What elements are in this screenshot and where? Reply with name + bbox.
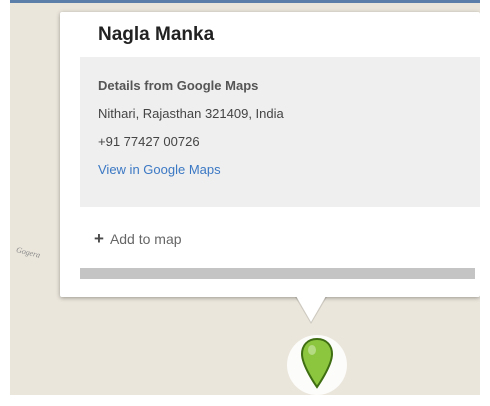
popup-tail	[296, 296, 326, 322]
place-title: Nagla Manka	[98, 24, 215, 45]
map-pin-icon[interactable]	[299, 337, 335, 391]
add-to-map-button[interactable]: + Add to map	[94, 229, 182, 248]
map-top-border	[10, 0, 480, 3]
loading-bar	[80, 268, 475, 279]
map-place-label: Gogera	[15, 245, 42, 260]
place-address: Nithari, Rajasthan 321409, India	[98, 106, 284, 121]
place-info-popup: Nagla Manka Details from Google Maps Nit…	[60, 12, 480, 297]
view-in-google-maps-link[interactable]: View in Google Maps	[98, 162, 221, 177]
plus-icon: +	[94, 229, 104, 248]
details-panel: Details from Google Maps Nithari, Rajast…	[80, 57, 480, 207]
add-to-map-label: Add to map	[109, 231, 182, 247]
place-phone[interactable]: +91 77427 00726	[98, 134, 200, 149]
details-heading: Details from Google Maps	[98, 78, 259, 93]
map-canvas[interactable]: Gogera Nagla Manka Details from Google M…	[10, 0, 480, 395]
